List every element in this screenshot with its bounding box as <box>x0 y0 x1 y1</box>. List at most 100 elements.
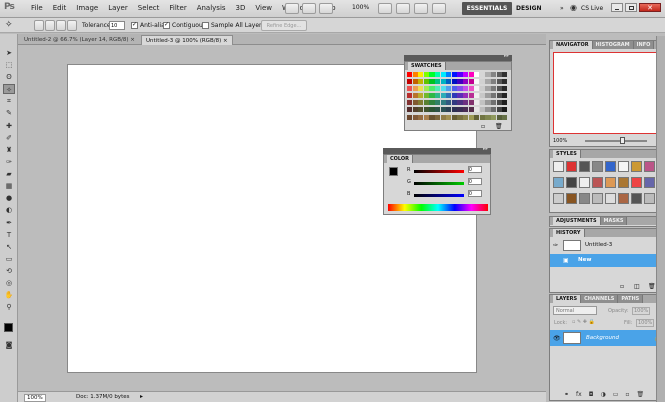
new-group-icon[interactable]: ▭ <box>613 391 619 398</box>
history-item-new[interactable]: ▣ New <box>550 254 665 267</box>
brush-tool-icon[interactable]: ✐ <box>3 133 15 143</box>
hand-tool-icon[interactable]: ✋ <box>3 290 15 300</box>
new-document-icon[interactable]: ▫ <box>620 283 624 290</box>
tab-adjustments[interactable]: ADJUSTMENTS <box>553 217 601 225</box>
color-swatch[interactable] <box>418 93 424 99</box>
style-preset[interactable] <box>644 177 655 188</box>
color-swatch[interactable] <box>429 115 435 121</box>
color-swatch[interactable] <box>407 100 413 106</box>
style-preset[interactable] <box>605 193 616 204</box>
color-swatch[interactable] <box>435 72 441 78</box>
double-arrow-icon[interactable]: » <box>560 5 564 12</box>
anti-alias-checkbox[interactable] <box>131 21 138 29</box>
color-swatch[interactable] <box>429 107 435 113</box>
color-swatch[interactable] <box>474 115 480 121</box>
color-swatch[interactable] <box>457 72 463 78</box>
b-input[interactable] <box>468 190 482 197</box>
color-fg-swatch[interactable] <box>389 167 398 176</box>
lock-icons[interactable]: ▫ ✎ ✚ 🔒 <box>572 319 595 325</box>
color-swatch[interactable] <box>491 86 497 92</box>
contiguous-checkbox[interactable] <box>163 21 170 29</box>
color-swatch[interactable] <box>502 86 508 92</box>
intersect-selection-icon[interactable] <box>67 20 77 31</box>
color-swatch[interactable] <box>418 72 424 78</box>
color-swatch[interactable] <box>502 79 508 85</box>
menu-file[interactable]: File <box>26 4 48 12</box>
color-swatch[interactable] <box>407 93 413 99</box>
tab-history[interactable]: HISTORY <box>553 229 585 237</box>
fx-icon[interactable]: fx <box>576 391 582 398</box>
color-swatch[interactable] <box>457 93 463 99</box>
marquee-tool-icon[interactable]: ⬚ <box>3 60 15 70</box>
color-swatch[interactable] <box>502 93 508 99</box>
color-swatch[interactable] <box>463 93 469 99</box>
color-swatch[interactable] <box>496 115 502 121</box>
color-swatch[interactable] <box>446 115 452 121</box>
history-brush-tool-icon[interactable]: ✑ <box>3 157 15 167</box>
color-swatch[interactable] <box>491 115 497 121</box>
bridge-button[interactable] <box>285 3 299 14</box>
navigator-preview[interactable] <box>553 52 661 134</box>
color-swatch[interactable] <box>474 79 480 85</box>
navigator-zoom[interactable]: 100% <box>553 138 567 144</box>
style-preset[interactable] <box>592 193 603 204</box>
3d-orbit-tool-icon[interactable]: ◎ <box>3 278 15 288</box>
color-swatch[interactable] <box>440 107 446 113</box>
color-swatch[interactable] <box>479 115 485 121</box>
color-swatch[interactable] <box>440 72 446 78</box>
color-swatch[interactable] <box>491 93 497 99</box>
tab-styles[interactable]: STYLES <box>553 150 581 158</box>
gradient-tool-icon[interactable]: ▦ <box>3 181 15 191</box>
color-swatch[interactable] <box>457 86 463 92</box>
tab-untitled-2[interactable]: Untitled-2 @ 66.7% (Layer 14, RGB/8) × <box>20 35 139 45</box>
color-swatch[interactable] <box>423 72 429 78</box>
color-swatch[interactable] <box>463 79 469 85</box>
minimize-button[interactable] <box>611 3 623 12</box>
quick-mask-icon[interactable]: ◙ <box>3 340 15 350</box>
pen-tool-icon[interactable]: ✒ <box>3 218 15 228</box>
g-input[interactable] <box>468 178 482 185</box>
blur-tool-icon[interactable]: ● <box>3 193 15 203</box>
color-swatch[interactable] <box>463 107 469 113</box>
color-swatch[interactable] <box>491 79 497 85</box>
color-swatch[interactable] <box>451 79 457 85</box>
color-swatch[interactable] <box>412 79 418 85</box>
color-swatch[interactable] <box>446 72 452 78</box>
color-swatch[interactable] <box>496 79 502 85</box>
color-swatch[interactable] <box>440 79 446 85</box>
color-swatch[interactable] <box>463 86 469 92</box>
eye-icon[interactable]: 👁 <box>553 332 561 345</box>
blend-mode-select[interactable]: Normal <box>553 306 597 315</box>
tolerance-input[interactable] <box>109 21 125 30</box>
style-preset[interactable] <box>553 193 564 204</box>
style-preset[interactable] <box>566 193 577 204</box>
color-swatch[interactable] <box>446 93 452 99</box>
new-snapshot-icon[interactable]: ◫ <box>634 283 640 290</box>
swatch-grid[interactable] <box>407 72 508 124</box>
color-swatch[interactable] <box>440 86 446 92</box>
color-swatch[interactable] <box>468 115 474 121</box>
menu-image[interactable]: Image <box>71 4 103 12</box>
r-slider[interactable] <box>414 170 464 173</box>
adjustment-layer-icon[interactable]: ◑ <box>600 391 605 398</box>
color-swatch[interactable] <box>407 115 413 121</box>
color-spectrum-bar[interactable] <box>388 204 488 211</box>
eraser-tool-icon[interactable]: ▰ <box>3 169 15 179</box>
arrange-documents-button[interactable] <box>414 3 428 14</box>
color-swatch[interactable] <box>446 107 452 113</box>
refine-edge-button[interactable]: Refine Edge... <box>261 20 307 31</box>
collapse-icon[interactable]: ▸▸ <box>504 53 509 59</box>
color-swatch[interactable] <box>451 93 457 99</box>
hand-button[interactable] <box>378 3 392 14</box>
color-swatch[interactable] <box>474 107 480 113</box>
zoom-level-menu[interactable]: 100% <box>352 4 369 11</box>
menu-view[interactable]: View <box>250 4 277 12</box>
color-swatch[interactable] <box>485 93 491 99</box>
color-swatch[interactable] <box>412 72 418 78</box>
color-swatch[interactable] <box>446 79 452 85</box>
style-preset[interactable] <box>631 193 642 204</box>
style-preset[interactable] <box>592 161 603 172</box>
workspace-design-button[interactable]: DESIGN <box>516 2 542 15</box>
color-swatch[interactable] <box>446 86 452 92</box>
color-swatch[interactable] <box>496 86 502 92</box>
